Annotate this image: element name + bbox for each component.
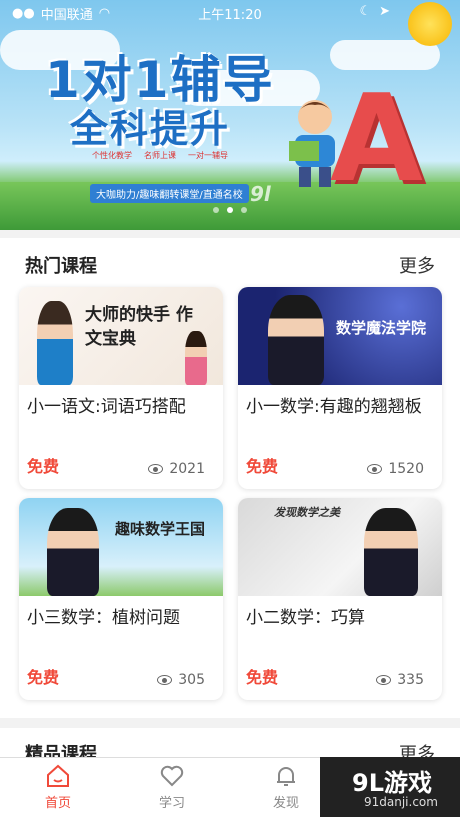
heart-icon [160,765,184,787]
carousel-dot-active[interactable] [227,207,233,213]
view-count-value: 2021 [169,461,205,477]
carousel-dot[interactable] [213,207,219,213]
course-title: 小二数学：巧算 [246,608,365,628]
course-thumbnail: 发现数学之美 [238,498,442,596]
teacher-photo [47,508,99,596]
course-card[interactable]: 趣味数学王国 小三数学：植树问题 免费 305 [19,498,223,700]
watermark: 9l [250,182,271,206]
tab-label: 首页 [44,796,71,811]
course-title: 小三数学：植树问题 [27,608,180,628]
banner-slogan: 大咖助力/趣味翻转课堂/直通名校 [90,184,249,203]
thumbnail-title: 大师的快手 作文宝典 [85,305,193,349]
banner-tags: 个性化教学 名师上课 一对一辅导 [92,150,228,161]
moon-icon: ☾ [359,4,372,19]
banner-tag: 一对一辅导 [188,151,228,160]
carousel-dot[interactable] [241,207,247,213]
thumbnail-title: 趣味数学王国 [115,520,206,538]
tab-label: 发现 [272,796,299,811]
course-card[interactable]: 数学魔法学院 小一数学:有趣的翘翘板 免费 1520 [238,287,442,489]
hot-courses-section: 热门课程 更多 大师的快手 作文宝典 小一语文:词语巧搭配 免费 2021 数学… [0,238,460,718]
course-card[interactable]: 发现数学之美 小二数学：巧算 免费 335 [238,498,442,700]
view-count-value: 335 [397,672,424,688]
view-count: 305 [157,672,205,688]
student-photo [185,331,207,385]
thumbnail-title: 数学魔法学院 [336,319,427,337]
course-title: 小一数学:有趣的翘翘板 [246,397,422,417]
status-time: 上午11:20 [198,8,262,23]
carousel-dots[interactable] [0,207,460,213]
banner-tag: 个性化教学 [92,151,132,160]
tab-discover[interactable]: 发现 [246,762,326,811]
eye-icon [367,464,383,474]
teacher-photo [268,295,324,385]
logo-text: 9L游戏 [352,769,432,797]
tab-study[interactable]: 学习 [132,762,212,811]
course-thumbnail: 数学魔法学院 [238,287,442,385]
tab-label: 学习 [158,796,185,811]
teacher-photo [37,301,73,385]
teacher-photo [364,508,418,596]
eye-icon [148,464,164,474]
eye-icon [157,675,173,685]
section-title: 热门课程 [25,256,97,277]
location-icon: ➤ [379,4,390,19]
price-label: 免费 [246,668,279,687]
thumbnail-title: 发现数学之美 [274,506,340,519]
price-label: 免费 [27,457,60,476]
more-link[interactable]: 更多 [399,252,435,278]
course-card[interactable]: 大师的快手 作文宝典 小一语文:词语巧搭配 免费 2021 [19,287,223,489]
bell-icon [277,767,295,786]
course-thumbnail: 大师的快手 作文宝典 [19,287,223,385]
price-label: 免费 [27,668,60,687]
view-count: 335 [376,672,424,688]
course-title: 小一语文:词语巧搭配 [27,397,186,417]
site-logo-watermark: 9L游戏 91danji.com [320,757,460,817]
banner-subtitle: 全科提升 [70,107,231,151]
eye-icon [376,675,392,685]
logo-url: 91danji.com [364,795,438,809]
boy-reading-illustration [289,100,335,187]
home-icon [47,764,69,787]
course-thumbnail: 趣味数学王国 [19,498,223,596]
price-label: 免费 [246,457,279,476]
banner-tag: 名师上课 [144,151,176,160]
view-count: 1520 [367,461,424,477]
tab-home[interactable]: 首页 [18,762,98,811]
view-count: 2021 [148,461,205,477]
banner-carousel[interactable]: 1对1辅导 全科提升 个性化教学 名师上课 一对一辅导 大咖助力/趣味翻转课堂/… [0,0,460,230]
view-count-value: 305 [178,672,205,688]
view-count-value: 1520 [388,461,424,477]
status-bar: ●● 中国联通 ◠ 上午11:20 ☾ ➤ [0,0,460,24]
